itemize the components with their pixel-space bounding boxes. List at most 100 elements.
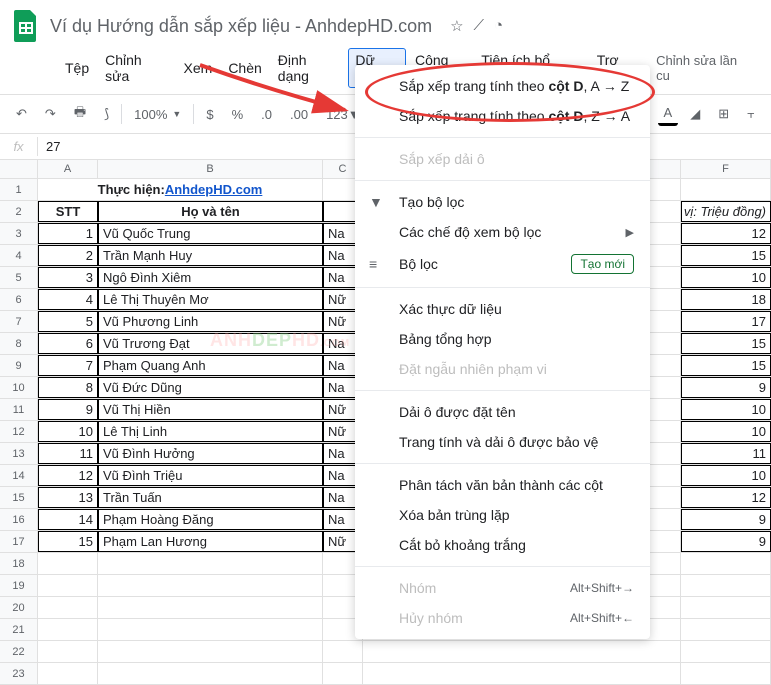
menu-insert[interactable]: Chèn (221, 56, 268, 80)
sheets-logo-icon[interactable] (12, 8, 40, 44)
cell-value[interactable]: 11 (681, 443, 771, 464)
menu-protect-sheets[interactable]: Trang tính và dải ô được bảo vệ (355, 427, 650, 457)
row-header[interactable]: 12 (0, 421, 38, 442)
print-button[interactable]: 🖶 (68, 99, 92, 129)
select-all-corner[interactable] (0, 160, 38, 178)
menu-remove-duplicates[interactable]: Xóa bản trùng lặp (355, 500, 650, 530)
row-header[interactable]: 10 (0, 377, 38, 398)
row-header[interactable]: 1 (0, 179, 38, 200)
title-cell[interactable]: Thực hiện: AnhdepHD.com (38, 179, 323, 200)
cell-value[interactable]: 10 (681, 421, 771, 442)
text-color-button[interactable]: A (658, 103, 679, 126)
row-header[interactable]: 19 (0, 575, 38, 596)
row-header[interactable]: 13 (0, 443, 38, 464)
cell-stt[interactable]: 8 (38, 377, 98, 398)
menu-file[interactable]: Tệp (58, 56, 96, 80)
row-header[interactable]: 21 (0, 619, 38, 640)
cell-name[interactable]: Trần Tuấn (98, 487, 323, 508)
cell-stt[interactable]: 15 (38, 531, 98, 552)
col-header-B[interactable]: B (98, 160, 323, 178)
cell-name[interactable]: Trần Mạnh Huy (98, 245, 323, 266)
row-header[interactable]: 5 (0, 267, 38, 288)
row-header[interactable]: 14 (0, 465, 38, 486)
menu-slicer[interactable]: ≡Bộ lọcTạo mới (355, 247, 650, 281)
cell-value[interactable]: 18 (681, 289, 771, 310)
menu-trim-whitespace[interactable]: Cắt bỏ khoảng trắng (355, 530, 650, 560)
row-header[interactable]: 8 (0, 333, 38, 354)
menu-sort-sheet-za[interactable]: Sắp xếp trang tính theo cột D, Z → A (355, 101, 650, 131)
cell-stt[interactable]: 3 (38, 267, 98, 288)
row-header[interactable]: 2 (0, 201, 38, 222)
document-title[interactable]: Ví dụ Hướng dẫn sắp xếp liệu - AnhdepHD.… (50, 16, 432, 37)
cell-value[interactable]: 12 (681, 223, 771, 244)
cell-name[interactable]: Vũ Đức Dũng (98, 377, 323, 398)
edit-history-link[interactable]: Chỉnh sửa lần cu (656, 53, 759, 83)
menu-filter-views[interactable]: Các chế độ xem bộ lọc▶ (355, 217, 650, 247)
menu-create-filter[interactable]: ▼Tạo bộ lọc (355, 187, 650, 217)
col-header-A[interactable]: A (38, 160, 98, 178)
menu-sort-sheet-az[interactable]: Sắp xếp trang tính theo cột D, A → Z (355, 71, 650, 101)
cell-stt[interactable]: 10 (38, 421, 98, 442)
header-name[interactable]: Họ và tên (98, 201, 323, 222)
cell-name[interactable]: Vũ Đình Triệu (98, 465, 323, 486)
cell-name[interactable]: Lê Thị Linh (98, 421, 323, 442)
header-stt[interactable]: STT (38, 201, 98, 222)
cell-name[interactable]: Ngô Đình Xiêm (98, 267, 323, 288)
format-currency-button[interactable]: $ (200, 103, 219, 126)
row-header[interactable]: 6 (0, 289, 38, 310)
cell-value[interactable]: 15 (681, 333, 771, 354)
redo-button[interactable]: ↷ (39, 102, 62, 126)
cell-stt[interactable]: 4 (38, 289, 98, 310)
cell-name[interactable]: Vũ Thị Hiền (98, 399, 323, 420)
col-header-F[interactable]: F (681, 160, 771, 178)
move-icon[interactable]: ⟋ (474, 17, 485, 35)
row-header[interactable]: 4 (0, 245, 38, 266)
star-icon[interactable]: ☆ (450, 17, 463, 35)
cell-stt[interactable]: 7 (38, 355, 98, 376)
cell-stt[interactable]: 14 (38, 509, 98, 530)
row-header[interactable]: 9 (0, 355, 38, 376)
cell-name[interactable]: Vũ Trương Đạt (98, 333, 323, 354)
cell-stt[interactable]: 5 (38, 311, 98, 332)
cell-stt[interactable]: 1 (38, 223, 98, 244)
merge-button[interactable]: ⫟ (741, 102, 761, 126)
row-header[interactable]: 7 (0, 311, 38, 332)
row-header[interactable]: 22 (0, 641, 38, 662)
menu-named-ranges[interactable]: Dải ô được đặt tên (355, 397, 650, 427)
decrease-decimal-button[interactable]: .0 (255, 103, 278, 126)
row-header[interactable]: 15 (0, 487, 38, 508)
paint-format-button[interactable]: ⟆ (98, 102, 115, 126)
increase-decimal-button[interactable]: .00 (284, 103, 314, 126)
cell-stt[interactable]: 6 (38, 333, 98, 354)
formula-input[interactable]: 27 (38, 139, 60, 154)
format-percent-button[interactable]: % (226, 103, 250, 126)
menu-edit[interactable]: Chỉnh sửa (98, 48, 174, 88)
menu-format[interactable]: Định dạng (271, 48, 347, 88)
cell-stt[interactable]: 11 (38, 443, 98, 464)
cell-name[interactable]: Vũ Đình Hưởng (98, 443, 323, 464)
cell-value[interactable]: 17 (681, 311, 771, 332)
cell-value[interactable]: 9 (681, 509, 771, 530)
undo-button[interactable]: ↶ (10, 102, 33, 126)
row-header[interactable]: 20 (0, 597, 38, 618)
cell-value[interactable]: 10 (681, 465, 771, 486)
cell-stt[interactable]: 12 (38, 465, 98, 486)
row-header[interactable]: 11 (0, 399, 38, 420)
cell-name[interactable]: Vũ Quốc Trung (98, 223, 323, 244)
cell-value[interactable]: 9 (681, 531, 771, 552)
row-header[interactable]: 3 (0, 223, 38, 244)
cell-name[interactable]: Phạm Lan Hương (98, 531, 323, 552)
menu-view[interactable]: Xem (177, 56, 220, 80)
row-header[interactable]: 16 (0, 509, 38, 530)
cell-name[interactable]: Vũ Phương Linh (98, 311, 323, 332)
cloud-icon[interactable]: ◔ (494, 17, 503, 35)
fill-color-button[interactable]: ◢ (684, 102, 706, 126)
cell-stt[interactable]: 9 (38, 399, 98, 420)
menu-split-text[interactable]: Phân tách văn bản thành các cột (355, 470, 650, 500)
cell-name[interactable]: Phạm Hoàng Đăng (98, 509, 323, 530)
borders-button[interactable]: ⊞ (712, 102, 735, 126)
cell-value[interactable]: 12 (681, 487, 771, 508)
cell-value[interactable]: 15 (681, 245, 771, 266)
menu-data-validation[interactable]: Xác thực dữ liệu (355, 294, 650, 324)
cell-value[interactable]: 15 (681, 355, 771, 376)
